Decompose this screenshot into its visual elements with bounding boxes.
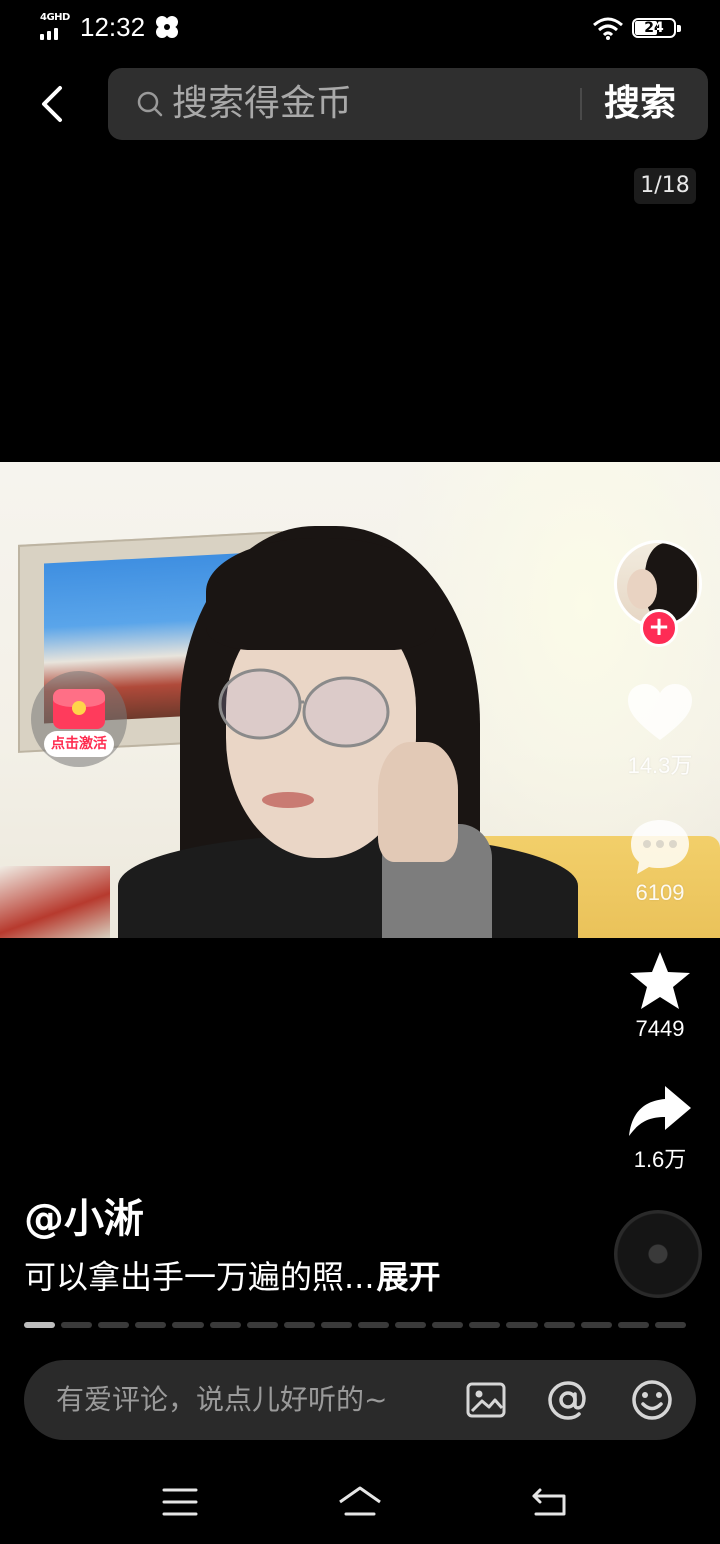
cellular-signal-icon: 4GHD: [40, 12, 72, 40]
image-progress-indicator: [24, 1322, 686, 1330]
comment-input[interactable]: 有爱评论，说点儿好听的~: [24, 1360, 696, 1440]
home-icon[interactable]: [336, 1480, 384, 1524]
comment-bubble-icon: [631, 820, 689, 874]
author-name[interactable]: @小淅: [24, 1186, 144, 1244]
image-page-counter: 1/18: [634, 168, 696, 204]
menu-icon[interactable]: [156, 1480, 204, 1524]
music-disc-icon[interactable]: [614, 1210, 702, 1298]
search-button[interactable]: 搜索: [604, 82, 676, 126]
image-icon[interactable]: [464, 1378, 508, 1422]
search-placeholder: 搜索得金币: [172, 83, 353, 124]
comment-count: 6109: [635, 880, 685, 905]
network-type: 4GHD: [40, 12, 70, 23]
like-button[interactable]: 14.3万: [618, 682, 702, 780]
back-button[interactable]: [30, 80, 74, 128]
progress-segment: [469, 1322, 501, 1328]
search-input[interactable]: 搜索得金币 搜索: [108, 68, 708, 140]
comment-button[interactable]: 6109: [618, 816, 702, 906]
progress-segment: [283, 1322, 315, 1328]
progress-segment: [580, 1322, 612, 1328]
progress-segment: [135, 1322, 167, 1328]
comment-placeholder: 有爱评论，说点儿好听的~: [56, 1383, 388, 1416]
red-envelope-icon: [53, 689, 105, 729]
progress-segment: [61, 1322, 93, 1328]
heart-icon: [628, 684, 692, 740]
plus-icon: +: [648, 612, 670, 642]
notification-fan-icon: [156, 16, 178, 38]
share-count: 1.6万: [633, 1147, 687, 1172]
share-arrow-icon: [629, 1086, 691, 1136]
status-bar: 4GHD 12:32 24: [0, 0, 720, 56]
mention-icon[interactable]: [546, 1378, 590, 1422]
favorite-count: 7449: [635, 1016, 685, 1041]
progress-segment: [320, 1322, 352, 1328]
search-divider: [580, 88, 582, 120]
star-icon: [630, 952, 690, 1009]
search-icon: [137, 91, 163, 117]
progress-segment: [617, 1322, 649, 1328]
progress-segment: [24, 1322, 56, 1328]
chevron-left-icon: [42, 86, 62, 122]
back-nav-icon[interactable]: [526, 1480, 574, 1524]
progress-segment: [357, 1322, 390, 1328]
favorite-button[interactable]: 7449: [618, 950, 702, 1042]
like-count: 14.3万: [627, 753, 693, 778]
caption-text: 可以拿出手一万遍的照...: [24, 1258, 375, 1296]
follow-button[interactable]: +: [640, 609, 678, 647]
status-time: 12:32: [80, 12, 146, 42]
progress-segment: [246, 1322, 278, 1328]
red-envelope-activate-button[interactable]: 点击激活: [31, 671, 127, 767]
wifi-icon: [593, 17, 623, 40]
progress-segment: [543, 1322, 575, 1328]
progress-segment: [432, 1322, 464, 1328]
expand-caption-button[interactable]: 展开: [377, 1258, 441, 1296]
red-envelope-label: 点击激活: [44, 731, 114, 757]
progress-segment: [98, 1322, 130, 1328]
system-nav-bar: [0, 1460, 720, 1544]
progress-segment: [395, 1322, 427, 1328]
share-button[interactable]: 1.6万: [618, 1084, 702, 1174]
progress-segment: [506, 1322, 538, 1328]
progress-segment: [654, 1322, 686, 1328]
post-caption: 可以拿出手一万遍的照...展开: [24, 1252, 441, 1298]
progress-segment: [172, 1322, 204, 1328]
battery-level: 24: [644, 20, 664, 36]
battery-icon: 24: [632, 16, 682, 40]
progress-segment: [209, 1322, 241, 1328]
emoji-icon[interactable]: [630, 1378, 674, 1422]
